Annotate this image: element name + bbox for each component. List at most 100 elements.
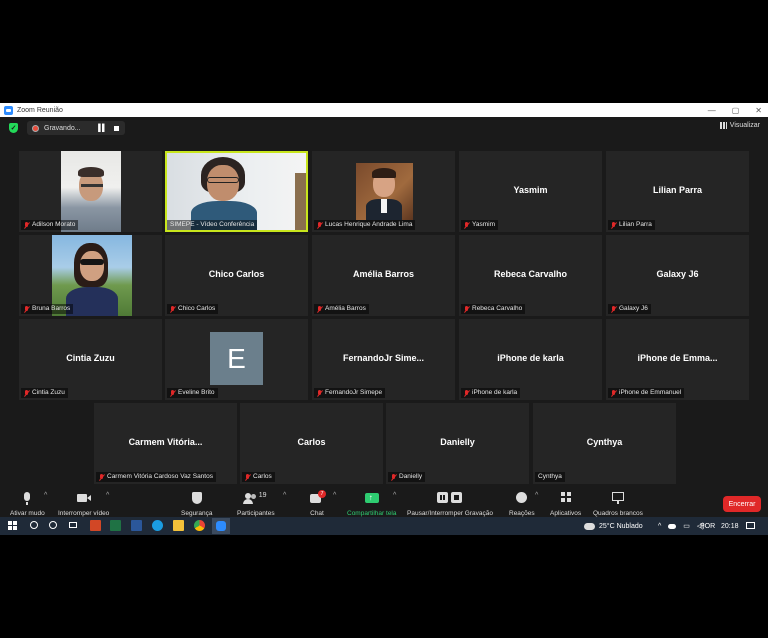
video-tile[interactable]: Cintia Zuzu Cintia Zuzu	[19, 319, 162, 400]
video-tile[interactable]: iPhone de Emma... iPhone de Emmanuel	[606, 319, 749, 400]
whiteboard-icon	[611, 492, 624, 505]
participants-options-caret-icon[interactable]: ^	[283, 492, 286, 499]
task-view-icon[interactable]	[68, 520, 79, 531]
recording-dot-icon	[32, 124, 39, 132]
clock[interactable]: 20:18	[721, 517, 739, 535]
chrome-icon[interactable]	[194, 520, 205, 531]
video-tile[interactable]: Carlos Carlos	[240, 403, 383, 484]
video-tile[interactable]: E Eveline Brito	[165, 319, 308, 400]
language-indicator[interactable]: POR	[700, 517, 715, 535]
participant-display-name: Cynthya	[586, 437, 623, 447]
stop-video-button[interactable]: Interromper vídeo	[58, 492, 109, 517]
video-tile[interactable]: Amélia Barros Amélia Barros	[312, 235, 455, 316]
video-options-caret-icon[interactable]: ^	[106, 492, 109, 499]
mute-options-caret-icon[interactable]: ^	[44, 492, 47, 499]
participant-display-name: Yasmim	[513, 185, 548, 195]
chat-button[interactable]: 7 Chat	[310, 490, 326, 517]
chevron-up-icon[interactable]: ^	[658, 523, 661, 530]
share-label: Compartilhar tela	[347, 510, 397, 517]
participant-label: Eveline Brito	[167, 388, 218, 398]
reactions-button[interactable]: Reações	[509, 492, 535, 517]
video-tile[interactable]: Adilson Morato	[19, 151, 162, 232]
share-screen-button[interactable]: ↑ Compartilhar tela	[347, 492, 397, 517]
muted-mic-icon	[464, 389, 469, 397]
maximize-button[interactable]: ▢	[732, 106, 740, 115]
close-button[interactable]: ✕	[755, 106, 762, 115]
video-tile[interactable]: Danielly Danielly	[386, 403, 529, 484]
video-tile[interactable]: Carmem Vitória... Carmem Vitória Cardoso…	[94, 403, 237, 484]
participant-display-name: Galaxy J6	[656, 269, 699, 279]
participants-icon: 19	[242, 492, 269, 505]
muted-mic-icon	[24, 389, 29, 397]
participant-name: Eveline Brito	[178, 389, 215, 396]
participant-display-name: Danielly	[440, 437, 475, 447]
muted-mic-icon	[99, 473, 104, 481]
cloud-sync-icon[interactable]	[668, 523, 677, 529]
video-tile[interactable]: Galaxy J6 Galaxy J6	[606, 235, 749, 316]
apps-button[interactable]: Aplicativos	[550, 492, 581, 517]
video-tile[interactable]: Yasmim Yasmim	[459, 151, 602, 232]
encryption-shield-icon[interactable]: ✓	[9, 123, 18, 133]
participant-display-name: Carmem Vitória...	[128, 437, 203, 447]
word-icon[interactable]	[131, 520, 142, 531]
windows-start-icon[interactable]	[7, 520, 18, 531]
record-label: Pausar/Interromper Gravação	[407, 510, 493, 517]
excel-icon[interactable]	[110, 520, 121, 531]
search-icon[interactable]	[28, 520, 39, 531]
participant-label: Danielly	[388, 472, 426, 482]
video-tile[interactable]: Cynthya Cynthya	[533, 403, 676, 484]
participant-label: Lucas Henrique Andrade Lima	[314, 220, 416, 230]
whiteboards-button[interactable]: Quadros brancos	[593, 492, 643, 517]
view-label: Visualizar	[729, 122, 760, 129]
weather-text: 25°C Nublado	[599, 522, 643, 530]
notifications-icon[interactable]	[745, 520, 756, 531]
video-camera-icon	[76, 492, 91, 505]
video-tile[interactable]: FernandoJr Sime... FernandoJr Simepe	[312, 319, 455, 400]
cortana-icon[interactable]	[48, 520, 59, 531]
participant-name: Carlos	[253, 473, 272, 480]
mute-button[interactable]: Ativar mudo	[10, 492, 45, 517]
stop-recording-icon[interactable]	[114, 125, 119, 131]
minimize-button[interactable]: —	[708, 106, 716, 115]
end-meeting-button[interactable]: Encerrar	[723, 496, 761, 512]
video-tile-active-speaker[interactable]: SIMEPE - Vídeo Conferência	[165, 151, 308, 232]
participant-display-name: Cintia Zuzu	[66, 353, 115, 363]
participant-display-name: Rebeca Carvalho	[493, 269, 568, 279]
chat-options-caret-icon[interactable]: ^	[333, 492, 336, 499]
apps-label: Aplicativos	[550, 510, 582, 517]
participants-button[interactable]: 19 Participantes	[237, 492, 275, 517]
muted-mic-icon	[391, 473, 396, 481]
file-explorer-icon[interactable]	[173, 520, 184, 531]
video-tile[interactable]: iPhone de karla iPhone de karla	[459, 319, 602, 400]
video-tile[interactable]: Lucas Henrique Andrade Lima	[312, 151, 455, 232]
participant-label: Cintia Zuzu	[21, 388, 68, 398]
zoom-logo-icon	[4, 105, 13, 115]
participant-name: Bruna Barros	[32, 305, 71, 312]
view-button[interactable]: Visualizar	[719, 122, 760, 129]
edge-icon[interactable]	[152, 520, 163, 531]
reactions-options-caret-icon[interactable]: ^	[535, 492, 538, 499]
participant-label: Adilson Morato	[21, 220, 79, 230]
zoom-taskbar-button[interactable]	[212, 518, 230, 534]
muted-mic-icon	[317, 305, 322, 313]
share-options-caret-icon[interactable]: ^	[393, 492, 396, 499]
video-tile[interactable]: Lilian Parra Lilian Parra	[606, 151, 749, 232]
participant-video	[356, 163, 413, 220]
participant-name: Lucas Henrique Andrade Lima	[325, 221, 413, 228]
muted-mic-icon	[24, 221, 29, 229]
pause-stop-recording-button[interactable]: Pausar/Interromper Gravação	[407, 492, 493, 517]
network-icon[interactable]: ▭	[683, 522, 690, 530]
pause-recording-icon[interactable]: ▌▌	[98, 125, 107, 132]
participant-label: Yasmim	[461, 220, 498, 230]
weather-widget[interactable]: 25°C Nublado	[584, 517, 643, 535]
video-tile[interactable]: Bruna Barros	[19, 235, 162, 316]
powerpoint-icon[interactable]	[90, 520, 101, 531]
video-tile[interactable]: Rebeca Carvalho Rebeca Carvalho	[459, 235, 602, 316]
mute-label: Ativar mudo	[10, 510, 45, 517]
video-tile[interactable]: Chico Carlos Chico Carlos	[165, 235, 308, 316]
security-button[interactable]: Segurança	[181, 492, 212, 517]
muted-mic-icon	[245, 473, 250, 481]
shield-icon	[191, 492, 202, 505]
participant-name: iPhone de Emmanuel	[619, 389, 682, 396]
participant-display-name: Amélia Barros	[352, 269, 415, 279]
